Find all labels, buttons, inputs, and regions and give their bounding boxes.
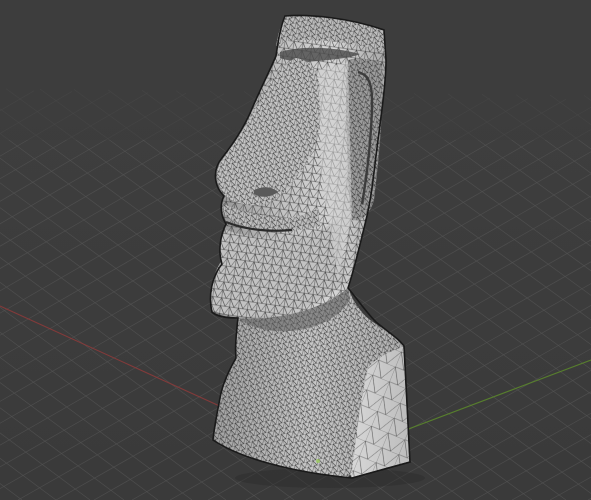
3d-viewport[interactable] <box>0 0 591 500</box>
world-origin-marker <box>316 459 320 463</box>
viewport-canvas[interactable] <box>0 0 591 500</box>
